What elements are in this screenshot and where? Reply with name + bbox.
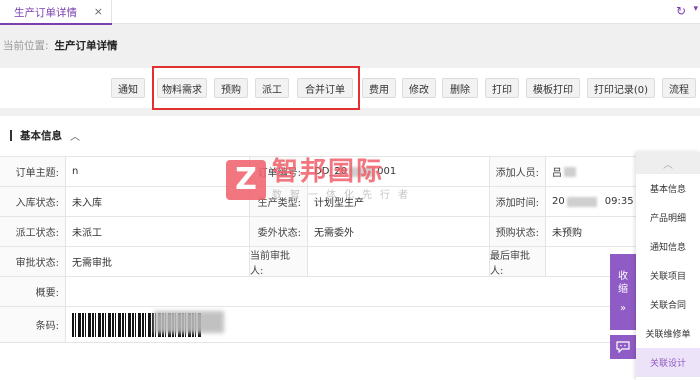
created-time-suffix: 09:35 [604, 196, 634, 207]
field-label: 预购状态: [490, 217, 546, 246]
pre-purchase-button[interactable]: 预购 [214, 78, 248, 98]
tab-bar: 生产订单详情 × ↻ ▾ [0, 0, 700, 25]
tab-production-order-detail[interactable]: 生产订单详情 × [0, 0, 112, 25]
tab-active-indicator [0, 23, 112, 25]
breadcrumb-label: 当前位置: [3, 40, 49, 52]
field-value-current-approver [308, 247, 490, 276]
cost-button[interactable]: 费用 [362, 78, 396, 98]
info-row: 概要: [0, 277, 700, 307]
field-label: 委外状态: [250, 217, 308, 246]
info-row: 派工状态: 未派工 委外状态: 无需委外 预购状态: 未预购 [0, 217, 700, 247]
order-number-suffix: 001 [377, 166, 397, 177]
edit-button[interactable]: 修改 [402, 78, 436, 98]
redacted-mask [349, 166, 376, 177]
toolbar: 通知 物料需求 预购 派工 合并订单 费用 修改 删除 打印 模板打印 打印记录… [0, 68, 700, 108]
collapse-label: 收 [618, 270, 628, 282]
field-value-order-number: DD_20 001 [308, 157, 490, 186]
collapse-label: 缩 [618, 283, 628, 295]
field-label: 概要: [0, 277, 66, 306]
created-time-prefix: 20 [552, 196, 565, 207]
field-value-outsource-status: 无需委外 [308, 217, 490, 246]
anchor-nav: ︿ 基本信息 产品明细 通知信息 关联项目 关联合同 关联维修单 关联设计 [636, 152, 700, 380]
field-label: 生产类型: [250, 187, 308, 216]
info-grid: 订单主题: n 订单编号: DD_20 001 添加人员: 吕 入库状态: 未入库… [0, 156, 700, 343]
material-demand-button[interactable]: 物料需求 [157, 78, 207, 98]
info-row: 条码: [0, 307, 700, 343]
sidenav-item-basic-info[interactable]: 基本信息 [636, 174, 700, 203]
info-row: 入库状态: 未入库 生产类型: 计划型生产 添加时间: 20 09:35 [0, 187, 700, 217]
sidenav-item-product-details[interactable]: 产品明细 [636, 203, 700, 232]
double-chevron-right-icon: » [619, 302, 627, 314]
breadcrumb: 当前位置: 生产订单详情 [3, 38, 118, 53]
field-label: 审批状态: [0, 247, 66, 276]
dispatch-button[interactable]: 派工 [255, 78, 289, 98]
chat-icon[interactable] [610, 335, 636, 359]
sidenav-item-related-project[interactable]: 关联项目 [636, 261, 700, 290]
detail-card: 基本信息 ︿ 订单主题: n 订单编号: DD_20 001 添加人员: 吕 入库… [0, 116, 700, 380]
field-label: 最后审批人: [490, 247, 546, 277]
section-header[interactable]: 基本信息 ︿ [10, 128, 80, 143]
workflow-button[interactable]: 流程 [662, 78, 696, 98]
field-label: 订单编号: [250, 157, 308, 186]
sidenav-item-related-repair-order[interactable]: 关联维修单 [636, 319, 700, 348]
chevron-up-icon[interactable]: ︿ [70, 128, 80, 143]
tab-label: 生产订单详情 [14, 6, 77, 19]
info-row: 审批状态: 无需审批 当前审批人: 最后审批人: [0, 247, 700, 277]
template-print-button[interactable]: 模板打印 [526, 78, 580, 98]
sidenav-item-related-contract[interactable]: 关联合同 [636, 290, 700, 319]
print-button[interactable]: 打印 [485, 78, 519, 98]
field-value-production-type: 计划型生产 [308, 187, 490, 216]
field-value-order-subject: n [66, 157, 250, 186]
page-title: 生产订单详情 [54, 40, 118, 52]
print-records-button[interactable]: 打印记录(0) [587, 78, 655, 98]
sidenav-item-related-design[interactable]: 关联设计 [636, 348, 700, 377]
section-title: 基本信息 [20, 130, 62, 142]
redacted-mask [564, 166, 576, 177]
section-marker [10, 130, 12, 141]
redacted-mask [566, 196, 597, 207]
chevron-up-icon[interactable]: ︿ [636, 152, 700, 174]
chevron-down-icon[interactable]: ▾ [693, 4, 698, 14]
notify-button[interactable]: 通知 [111, 78, 145, 98]
close-icon[interactable]: × [94, 5, 103, 18]
field-label: 当前审批人: [250, 247, 308, 277]
field-value-storage-status: 未入库 [66, 187, 250, 216]
field-label: 条码: [0, 307, 66, 342]
field-value-approval-status: 无需审批 [66, 247, 250, 276]
field-label: 入库状态: [0, 187, 66, 216]
field-value-barcode [66, 307, 700, 342]
delete-button[interactable]: 删除 [442, 78, 478, 98]
merge-order-button[interactable]: 合并订单 [297, 78, 353, 98]
barcode-image [72, 311, 224, 338]
field-label: 派工状态: [0, 217, 66, 246]
refresh-icon[interactable]: ↻ [676, 4, 686, 18]
sidenav-item-notice-info[interactable]: 通知信息 [636, 232, 700, 261]
field-value-dispatch-status: 未派工 [66, 217, 250, 246]
creator-name: 吕 [552, 168, 562, 179]
field-label: 订单主题: [0, 157, 66, 186]
field-value-summary [66, 277, 700, 306]
info-row: 订单主题: n 订单编号: DD_20 001 添加人员: 吕 [0, 157, 700, 187]
field-label: 添加时间: [490, 187, 546, 216]
order-number-prefix: DD_20 [314, 166, 348, 177]
collapse-button[interactable]: 收 缩 » [610, 254, 636, 330]
field-label: 添加人员: [490, 157, 546, 186]
